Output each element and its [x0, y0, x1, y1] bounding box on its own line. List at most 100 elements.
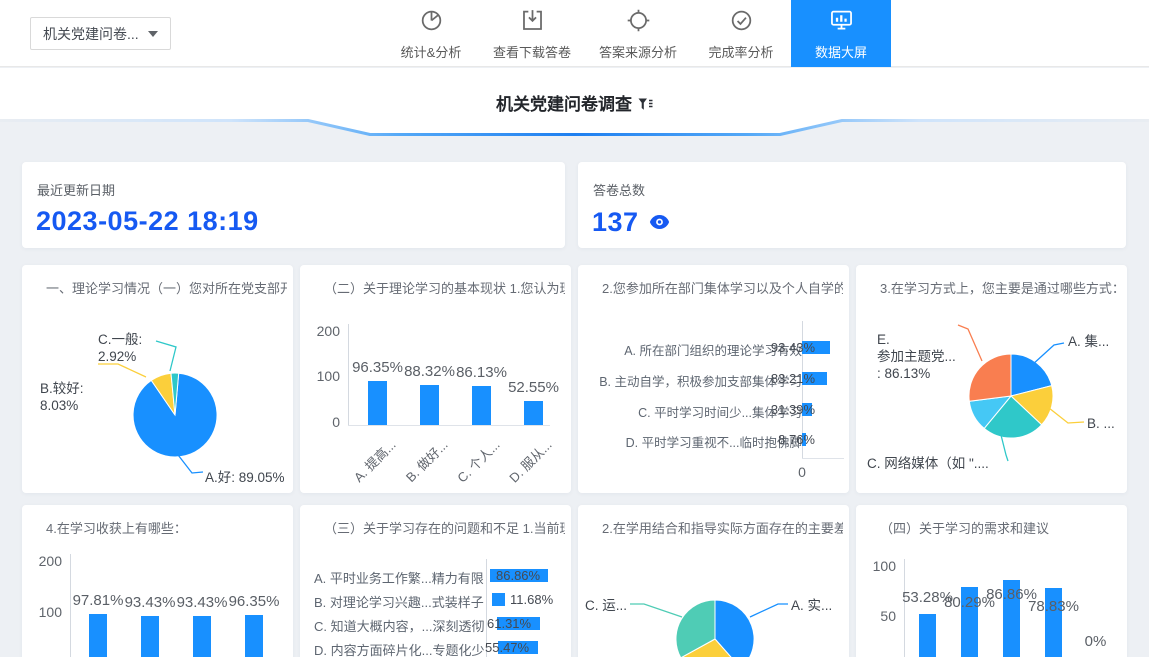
row-value: 93.43%	[771, 340, 815, 355]
pie-chart-icon	[418, 7, 445, 39]
nav-tab-label: 数据大屏	[815, 42, 867, 61]
survey-selector-label: 机关党建问卷...	[43, 24, 142, 44]
leader-line	[1001, 435, 1008, 461]
stat-card-last-update: 最近更新日期 2023-05-22 18:19	[22, 162, 565, 248]
row-value: 11.68%	[510, 592, 553, 607]
category-label: A. 提高...	[315, 435, 399, 493]
chart-card-6: A. 平时业务工作繁...精力有限86.86%B. 对理论学习兴趣...式装样子…	[300, 505, 571, 657]
pie-label: A. 集...	[1068, 333, 1109, 350]
pie-label: B.较好:8.03%	[40, 380, 84, 414]
pie-label: A.好: 89.05%	[205, 469, 285, 486]
download-icon	[519, 7, 546, 39]
nav-tab-label: 答案来源分析	[599, 42, 677, 61]
pie-label: C. 运...	[585, 597, 627, 614]
pie-label-line: C.一般:	[98, 331, 142, 348]
decorative-swoosh	[0, 118, 1149, 140]
row-value: 31.39%	[771, 402, 815, 417]
chart-card-2: 200100096.35%A. 提高...88.32%B. 做好...86.13…	[300, 265, 571, 493]
nav-tab-5[interactable]: 数据大屏	[791, 0, 891, 67]
chart-card-1: C.一般:2.92%B.较好:8.03%A.好: 89.05%一、理论学习情况（…	[22, 265, 293, 493]
stat-label: 最近更新日期	[37, 180, 115, 199]
bar-segment	[141, 616, 159, 657]
pie-label-line: E.	[877, 331, 956, 348]
axis-tick: 200	[22, 553, 62, 569]
funnel-shape	[639, 99, 648, 110]
bar-segment	[472, 386, 491, 425]
chart-card-3: 0A. 所在部门组织的理论学习有效93.43%B. 主动自学，积极参加支部集体学…	[578, 265, 849, 493]
leader-line	[958, 325, 982, 361]
axis-tick: 200	[300, 323, 340, 339]
chart-body: 0A. 所在部门组织的理论学习有效93.43%B. 主动自学，积极参加支部集体学…	[578, 265, 849, 493]
pie-label-line: B.较好:	[40, 380, 84, 397]
stat-value-total-answers: 137	[592, 206, 670, 238]
axis-tick: 50	[856, 608, 896, 624]
chart-title: 4.在学习收获上有哪些：	[22, 518, 287, 537]
crosshair-icon	[625, 7, 652, 39]
chart-card-8: 1005053.28%80.29%86.86%78.83%0%（四）关于学习的需…	[856, 505, 1127, 657]
pie-label-line: 2.92%	[98, 348, 142, 365]
row-value: 86.86%	[496, 568, 540, 583]
pie-label-line: : 86.13%	[877, 365, 956, 382]
survey-selector[interactable]: 机关党建问卷...	[30, 17, 171, 50]
pie-label: C. 网络媒体（如 "....	[867, 455, 989, 472]
pie-chart	[22, 265, 293, 493]
pie-label-line: B. ...	[1087, 415, 1115, 432]
caret-down-icon	[148, 31, 158, 37]
pie-label-line: A. 集...	[1068, 333, 1109, 350]
chart-card-4: A. 集... B. ... C. 网络媒体（如 ".... E.参加主题党...: …	[856, 265, 1127, 493]
pie-label-line: C. 网络媒体（如 "....	[867, 455, 989, 472]
bar-segment	[368, 381, 387, 425]
chart-title: （三）关于学习存在的问题和不足 1.当前理...	[300, 518, 565, 537]
pie-label-line: A.好: 89.05%	[205, 469, 285, 486]
chart-body: C.一般:2.92% B.较好:8.03% A.好: 89.05%	[22, 265, 293, 493]
stat-card-total-answers: 答卷总数 137	[578, 162, 1126, 248]
page-header: 机关党建问卷调查	[0, 68, 1149, 120]
bar-segment	[245, 615, 263, 657]
value-label: 78.83%	[1014, 598, 1094, 615]
total-answers-number: 137	[592, 207, 639, 237]
bar-segment	[193, 616, 211, 657]
pie-label-line: C. 运...	[585, 597, 627, 614]
leader-line	[630, 604, 682, 617]
nav-tab-3[interactable]: 答案来源分析	[585, 0, 691, 67]
pie-label-line: 8.03%	[40, 397, 84, 414]
nav-tab-label: 统计&分析	[401, 42, 462, 61]
axis-tick: 0	[300, 414, 340, 430]
row-label: D. 平时学习重视不...临时抱佛脚	[626, 432, 802, 451]
stat-value-last-update: 2023-05-22 18:19	[36, 206, 259, 237]
leader-line	[750, 604, 788, 617]
funnel-lines	[649, 101, 653, 107]
row-value: 55.47%	[485, 640, 529, 655]
axis-tick: 100	[22, 604, 62, 620]
leader-line	[1032, 343, 1064, 365]
row-value: 83.21%	[771, 371, 815, 386]
bar-segment	[919, 614, 936, 657]
row-label: C. 知道大概内容，...深刻透彻	[314, 616, 484, 635]
leader-line	[98, 364, 146, 377]
axis-tick: 0	[792, 464, 812, 480]
row-label: A. 平时业务工作繁...精力有限	[314, 568, 484, 587]
row-label: D. 内容方面碎片化...专题化少	[314, 640, 484, 657]
x-axis-line	[802, 458, 844, 459]
filter-icon[interactable]	[638, 98, 653, 116]
bar-segment	[420, 385, 439, 425]
check-circle-icon	[728, 7, 755, 39]
pie-label-line: 参加主题党...	[877, 348, 956, 365]
leader-line	[1049, 408, 1084, 423]
eye-icon[interactable]	[649, 206, 670, 237]
nav-tab-label: 查看下载答卷	[493, 42, 571, 61]
nav-tab-2[interactable]: 查看下载答卷	[479, 0, 585, 67]
bar-segment	[89, 614, 107, 657]
nav-tab-1[interactable]: 统计&分析	[383, 0, 479, 67]
pie-label-line: A. 实...	[791, 597, 832, 614]
x-axis-line	[348, 425, 550, 426]
axis-tick: 100	[856, 558, 896, 574]
chart-title: （二）关于理论学习的基本现状 1.您认为理...	[300, 278, 565, 297]
pie-slice[interactable]	[969, 354, 1011, 401]
nav-tab-4[interactable]: 完成率分析	[691, 0, 791, 67]
row-value: 8.76%	[778, 432, 815, 447]
axis-tick: 100	[300, 368, 340, 384]
chart-card-7: C. 运...A. 实...2.在学用结合和指导实际方面存在的主要差...	[578, 505, 849, 657]
chart-title: （四）关于学习的需求和建议	[856, 518, 1121, 537]
row-bar	[492, 593, 505, 606]
